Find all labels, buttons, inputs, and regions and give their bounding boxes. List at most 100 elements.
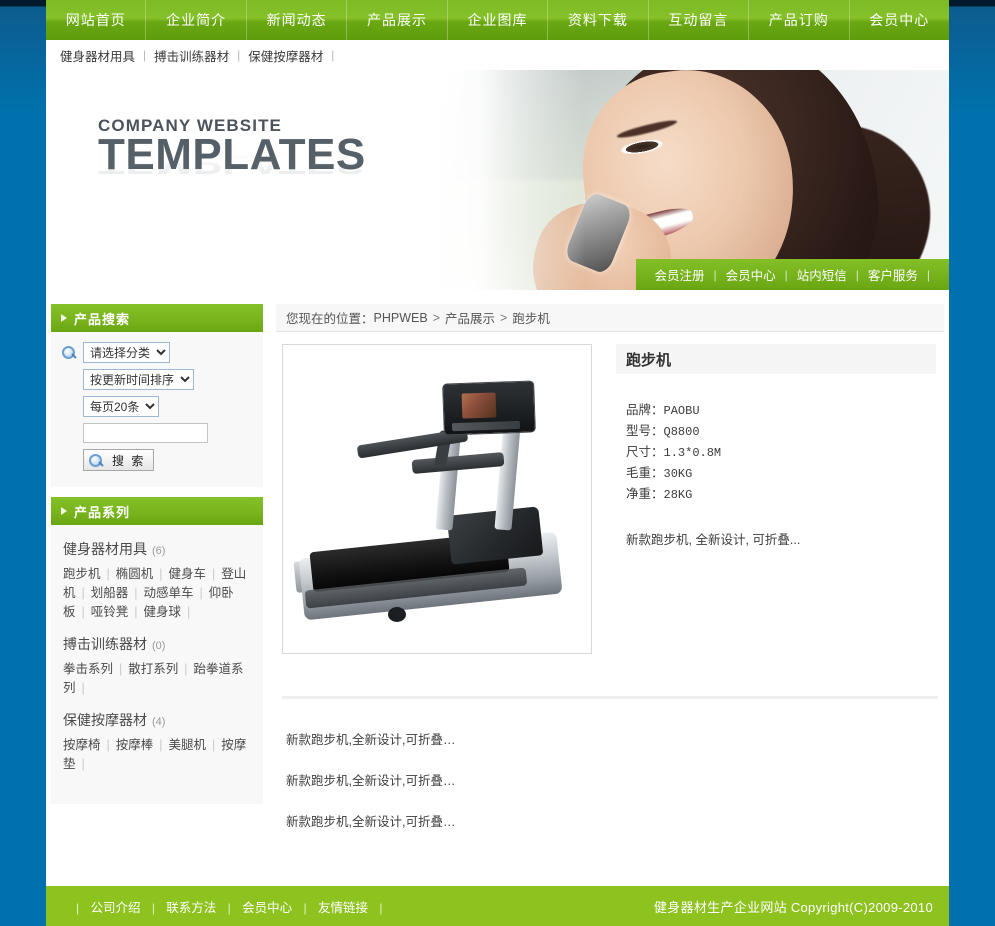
main-area: 产品搜索 请选择分类 按更新时间排序 每页20条 搜 索 产品系列 健身器材用具… xyxy=(46,304,949,904)
breadcrumb-separator: > xyxy=(500,310,508,325)
sub-link-spin-bike[interactable]: 动感单车 xyxy=(144,586,194,600)
product-description-block: 新款跑步机,全新设计,可折叠… 新款跑步机,全新设计,可折叠… 新款跑步机,全新… xyxy=(282,696,938,830)
member-link-register[interactable]: 会员注册 xyxy=(654,265,704,284)
search-icon xyxy=(61,345,77,361)
footer-link-company-intro[interactable]: 公司介绍 xyxy=(90,901,140,915)
spec-row-model: 型号：Q8800 xyxy=(626,421,936,442)
site-logo: COMPANY WEBSITE TEMPLATES TEMPLATES xyxy=(98,116,366,219)
sub-link-leg-machine[interactable]: 美腿机 xyxy=(169,738,207,752)
breadcrumb-separator: > xyxy=(432,310,441,325)
footer-link-contact[interactable]: 联系方法 xyxy=(166,901,216,915)
spec-value: Q8800 xyxy=(663,425,700,439)
link-separator: | xyxy=(134,605,138,619)
nav-label: 产品订购 xyxy=(768,12,829,28)
sub-link-rower[interactable]: 划船器 xyxy=(91,586,129,600)
category-select[interactable]: 请选择分类 xyxy=(83,342,170,363)
nav-label: 产品展示 xyxy=(367,12,428,28)
spec-row-brand: 品牌：PAOBU xyxy=(626,400,936,421)
sub-link-fitness-ball[interactable]: 健身球 xyxy=(144,605,182,619)
nav-item-products[interactable]: 产品展示 xyxy=(347,0,448,40)
sub-link-sanda[interactable]: 散打系列 xyxy=(128,662,178,676)
breadcrumb: 您现在的位置： PHPWEB > 产品展示 > 跑步机 xyxy=(276,304,944,332)
link-separator: | xyxy=(81,681,85,695)
breadcrumb-item-root[interactable]: PHPWEB xyxy=(374,311,428,325)
nav-label: 新闻动态 xyxy=(266,12,327,28)
perpage-select-row: 每页20条 xyxy=(83,396,253,417)
category-name: 搏击训练器材 xyxy=(63,636,147,652)
content-area: 您现在的位置： PHPWEB > 产品展示 > 跑步机 跑步机 品牌：PAOBU… xyxy=(276,304,944,904)
search-button[interactable]: 搜 索 xyxy=(83,449,155,471)
product-search-panel: 产品搜索 请选择分类 按更新时间排序 每页20条 搜 索 xyxy=(51,304,263,487)
product-image[interactable] xyxy=(282,344,592,654)
keyword-row xyxy=(83,423,253,443)
footer-separator: | xyxy=(151,900,155,915)
per-page-select[interactable]: 每页20条 xyxy=(83,396,159,417)
sort-select[interactable]: 按更新时间排序 xyxy=(83,369,194,390)
nav-item-about[interactable]: 企业简介 xyxy=(146,0,247,40)
hero-banner: COMPANY WEBSITE TEMPLATES TEMPLATES 会员注册… xyxy=(46,70,949,290)
treadmill-foot xyxy=(387,606,407,623)
category-title: 健身器材用具 (6) xyxy=(63,539,251,559)
member-link-messages[interactable]: 站内短信 xyxy=(797,265,847,284)
search-input[interactable] xyxy=(83,423,208,443)
banner-divider xyxy=(46,290,949,304)
member-link-service[interactable]: 客户服务 xyxy=(868,265,918,284)
nav-item-orders[interactable]: 产品订购 xyxy=(749,0,850,40)
product-blurb: 新款跑步机, 全新设计, 可折叠... xyxy=(626,533,801,547)
category-count: (4) xyxy=(152,716,166,728)
product-search-body: 请选择分类 按更新时间排序 每页20条 搜 索 xyxy=(51,332,263,487)
nav-item-home[interactable]: 网站首页 xyxy=(46,0,147,40)
link-separator: | xyxy=(184,662,188,676)
footer-separator: | xyxy=(303,900,307,915)
link-separator: | xyxy=(187,605,191,619)
category-links: 跑步机 | 椭圆机 | 健身车 | 登山机 | 划船器 | 动感单车 | 仰卧板 | 哑铃凳 | 健身球 | xyxy=(63,565,251,622)
sub-link-treadmill[interactable]: 跑步机 xyxy=(63,567,101,581)
member-separator: | xyxy=(855,267,859,282)
member-separator: | xyxy=(926,267,930,282)
footer-link-friend-links[interactable]: 友情链接 xyxy=(318,901,368,915)
copyright-text: 健身器材生产企业网站 Copyright(C)2009-2010 xyxy=(653,899,933,915)
subnav-item-massage[interactable]: 保健按摩器材 xyxy=(248,46,323,65)
nav-item-downloads[interactable]: 资料下载 xyxy=(548,0,649,40)
spec-key: 净重： xyxy=(626,487,664,501)
description-line: 新款跑步机,全新设计,可折叠… xyxy=(286,815,456,829)
panel-title: 产品搜索 xyxy=(74,311,131,327)
spec-key: 尺寸： xyxy=(626,445,664,459)
breadcrumb-item-current[interactable]: 跑步机 xyxy=(512,308,550,327)
treadmill-console-screen xyxy=(461,392,496,418)
sidebar: 产品搜索 请选择分类 按更新时间排序 每页20条 搜 索 产品系列 健身器材用具… xyxy=(51,304,263,904)
link-separator: | xyxy=(199,586,203,600)
sub-link-massage-stick[interactable]: 按摩棒 xyxy=(116,738,154,752)
sub-link-boxing[interactable]: 拳击系列 xyxy=(63,662,113,676)
nav-label: 会员中心 xyxy=(869,12,930,28)
nav-item-gallery[interactable]: 企业图库 xyxy=(448,0,549,40)
sub-link-exercise-bike[interactable]: 健身车 xyxy=(169,567,207,581)
nav-item-message-board[interactable]: 互动留言 xyxy=(649,0,750,40)
triangle-right-icon xyxy=(61,507,67,515)
sub-link-elliptical[interactable]: 椭圆机 xyxy=(116,567,154,581)
banner-photo-woman-on-phone xyxy=(429,70,949,290)
link-separator: | xyxy=(159,738,163,752)
member-links-bar: 会员注册 | 会员中心 | 站内短信 | 客户服务 | xyxy=(636,259,949,290)
link-separator: | xyxy=(81,586,85,600)
sub-link-dumbbell-bench[interactable]: 哑铃凳 xyxy=(91,605,129,619)
product-series-header: 产品系列 xyxy=(51,497,263,525)
subnav-item-fitness[interactable]: 健身器材用具 xyxy=(60,46,135,65)
member-link-center[interactable]: 会员中心 xyxy=(726,265,776,284)
category-links: 按摩椅 | 按摩棒 | 美腿机 | 按摩垫 | xyxy=(63,736,251,774)
product-spec-list: 品牌：PAOBU 型号：Q8800 尺寸：1.3*0.8M 毛重：30KG 净重 xyxy=(616,400,936,505)
subnav-separator: | xyxy=(237,48,241,62)
breadcrumb-item-products[interactable]: 产品展示 xyxy=(445,308,495,327)
search-icon xyxy=(88,453,102,467)
logo-reflection: TEMPLATES xyxy=(98,148,366,180)
footer-link-member-center[interactable]: 会员中心 xyxy=(242,901,292,915)
spec-key: 品牌： xyxy=(626,403,664,417)
subnav-item-combat[interactable]: 搏击训练器材 xyxy=(154,46,229,65)
nav-item-news[interactable]: 新闻动态 xyxy=(247,0,348,40)
sub-link-massage-chair[interactable]: 按摩椅 xyxy=(63,738,101,752)
link-separator: | xyxy=(81,605,85,619)
search-button-label: 搜 索 xyxy=(112,453,146,468)
nav-item-member-center[interactable]: 会员中心 xyxy=(850,0,949,40)
search-button-row: 搜 索 xyxy=(83,443,253,471)
secondary-navigation: 健身器材用具 | 搏击训练器材 | 保健按摩器材 | xyxy=(46,40,949,70)
